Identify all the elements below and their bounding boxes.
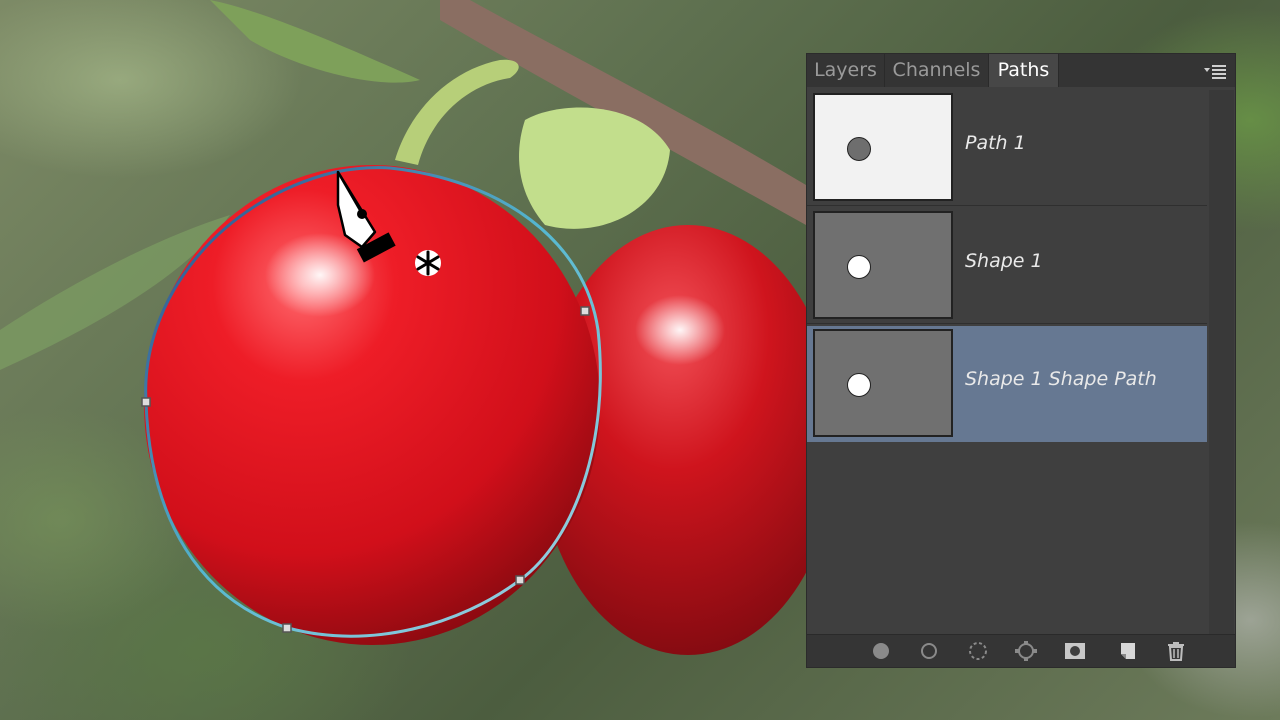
add-mask-icon[interactable] bbox=[1063, 640, 1087, 662]
load-selection-icon[interactable] bbox=[966, 640, 990, 662]
path-thumbnail bbox=[813, 211, 953, 319]
tab-layers[interactable]: Layers bbox=[807, 54, 885, 87]
stroke-path-icon[interactable] bbox=[917, 640, 941, 662]
tab-paths[interactable]: Paths bbox=[989, 54, 1059, 87]
path-row-shape-1[interactable]: Shape 1 bbox=[807, 208, 1207, 324]
thumbnail-shape bbox=[847, 373, 871, 397]
panel-scrollbar[interactable] bbox=[1209, 90, 1234, 635]
path-row-path-1[interactable]: Path 1 bbox=[807, 90, 1207, 206]
path-row-shape-1-shape-path[interactable]: Shape 1 Shape Path bbox=[807, 326, 1207, 442]
thumbnail-shape bbox=[847, 137, 871, 161]
panel-footer-toolbar bbox=[807, 634, 1235, 667]
path-name[interactable]: Path 1 bbox=[965, 132, 1026, 154]
make-work-path-icon[interactable] bbox=[1014, 640, 1038, 662]
asterisk-new-path-icon bbox=[415, 250, 441, 276]
panel-menu-icon[interactable] bbox=[1203, 62, 1227, 80]
panel-tab-bar: Layers Channels Paths bbox=[807, 54, 1235, 87]
paths-list: Path 1 Shape 1 Shape 1 Shape Path bbox=[807, 90, 1207, 650]
row-divider bbox=[807, 205, 1207, 206]
thumbnail-shape bbox=[847, 255, 871, 279]
path-thumbnail bbox=[813, 329, 953, 437]
delete-path-icon[interactable] bbox=[1164, 640, 1188, 662]
path-thumbnail bbox=[813, 93, 953, 201]
stem bbox=[395, 59, 519, 165]
leaf-top bbox=[210, 0, 420, 83]
new-path-icon[interactable] bbox=[1116, 640, 1140, 662]
fill-path-icon[interactable] bbox=[869, 640, 893, 662]
row-divider bbox=[807, 323, 1207, 324]
path-name[interactable]: Shape 1 bbox=[965, 250, 1043, 272]
paths-panel: Layers Channels Paths Path 1 Shape 1 Sha… bbox=[806, 53, 1236, 668]
tab-channels[interactable]: Channels bbox=[885, 54, 989, 87]
path-name[interactable]: Shape 1 Shape Path bbox=[965, 368, 1157, 390]
